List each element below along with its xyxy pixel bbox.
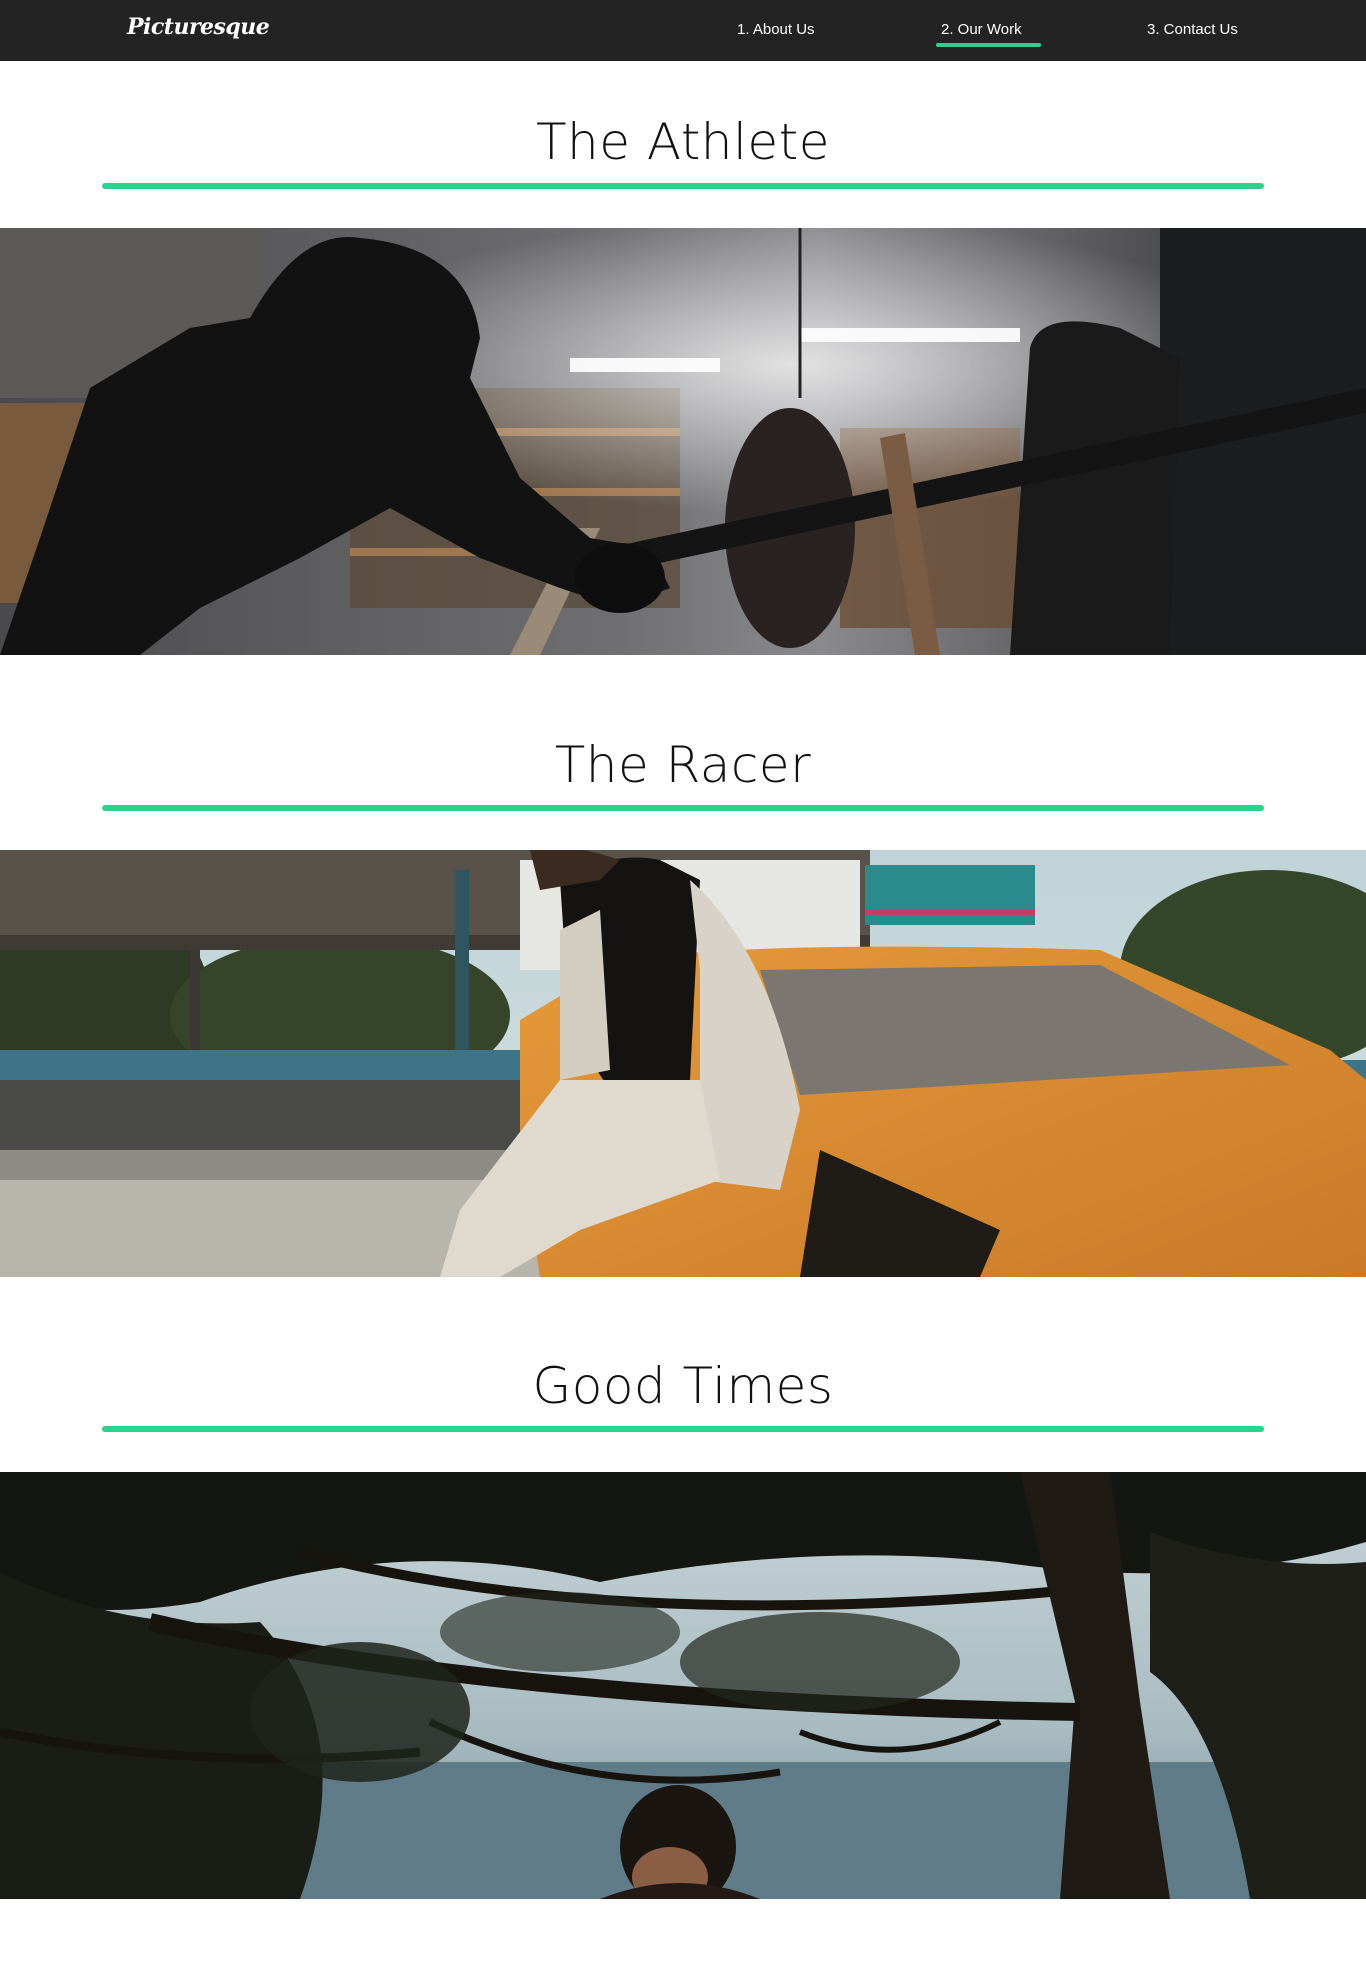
section-title-good-times: Good Times	[532, 1357, 834, 1415]
section-title-racer: The Racer	[554, 736, 812, 794]
nav-link-contact-us[interactable]: 3. Contact Us	[1147, 21, 1238, 39]
section-divider	[102, 183, 1264, 189]
brand-logo[interactable]: Picturesque	[127, 14, 270, 40]
top-navbar: Picturesque 1. About Us 2. Our Work 3. C…	[0, 0, 1366, 61]
nav-link-about-us[interactable]: 1. About Us	[737, 21, 815, 39]
nav-link-our-work[interactable]: 2. Our Work	[936, 21, 1041, 47]
athlete-photo	[0, 228, 1366, 655]
section-divider	[102, 1426, 1264, 1432]
good-times-photo	[0, 1472, 1366, 1899]
racer-photo	[0, 850, 1366, 1277]
section-title-athlete: The Athlete	[535, 113, 831, 171]
section-divider	[102, 805, 1264, 811]
